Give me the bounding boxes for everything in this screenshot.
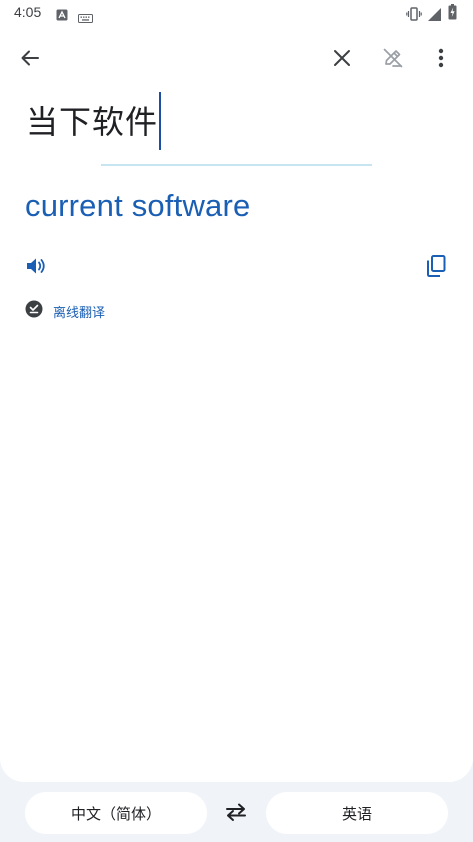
listen-button[interactable] bbox=[16, 248, 56, 288]
offline-translation-row[interactable]: 离线翻译 bbox=[25, 300, 105, 322]
clear-button[interactable] bbox=[322, 40, 362, 80]
a-badge-icon bbox=[56, 6, 68, 25]
check-download-icon bbox=[25, 300, 43, 322]
close-icon bbox=[333, 49, 351, 71]
source-language-button[interactable]: 中文（简体） bbox=[25, 792, 207, 834]
translation-text: current software bbox=[25, 188, 251, 223]
input-divider bbox=[101, 164, 372, 166]
source-text-input[interactable]: 当下软件 bbox=[26, 96, 158, 148]
volume-icon bbox=[25, 256, 47, 280]
back-button[interactable] bbox=[10, 40, 50, 80]
more-vert-icon bbox=[438, 48, 444, 72]
pen-off-icon bbox=[382, 47, 404, 73]
handwriting-button[interactable] bbox=[373, 40, 413, 80]
translate-screen: 4:05 当下软件 current software 离线翻译 中文（简体） 英… bbox=[0, 0, 473, 842]
target-language-label: 英语 bbox=[341, 804, 372, 823]
vibrate-icon bbox=[406, 6, 422, 25]
target-language-button[interactable]: 英语 bbox=[266, 792, 448, 834]
copy-button[interactable] bbox=[416, 248, 456, 288]
offline-translation-label: 离线翻译 bbox=[53, 305, 106, 321]
signal-icon bbox=[428, 6, 441, 25]
keyboard-icon bbox=[78, 8, 93, 27]
battery-charging-icon bbox=[448, 4, 457, 24]
swap-languages-button[interactable] bbox=[216, 794, 256, 834]
text-cursor bbox=[159, 92, 161, 150]
arrow-back-icon bbox=[20, 48, 40, 72]
more-options-button[interactable] bbox=[421, 40, 461, 80]
status-bar: 4:05 bbox=[0, 0, 473, 26]
status-time: 4:05 bbox=[14, 4, 42, 20]
translation-card: 4:05 当下软件 current software 离线翻译 bbox=[0, 0, 473, 782]
source-language-label: 中文（简体） bbox=[70, 804, 161, 823]
copy-icon bbox=[426, 255, 446, 281]
swap-icon bbox=[224, 802, 248, 826]
